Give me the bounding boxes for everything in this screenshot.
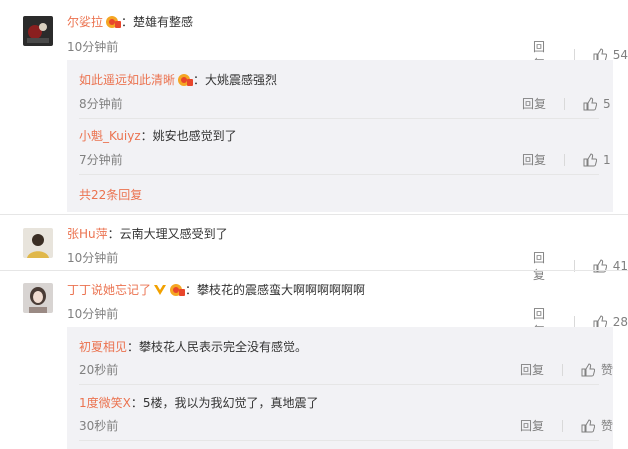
username-link[interactable]: 1度微笑X: [79, 394, 131, 411]
vip-badge-icon: [105, 15, 122, 29]
divider: [79, 384, 599, 385]
reply-time: 30秒前: [79, 419, 119, 433]
reply-button[interactable]: 回复: [520, 361, 544, 378]
reply-line: 如此遥远如此清晰 ：大姚震感强烈: [79, 71, 277, 88]
comment-line: 尔娑拉 ：楚雄有整感: [67, 13, 193, 30]
reply-button[interactable]: 回复: [522, 95, 546, 112]
reply-button[interactable]: 回复: [520, 417, 544, 434]
comment-actions: 回复 41: [533, 249, 628, 283]
divider: [79, 174, 599, 175]
like-count: 28: [612, 315, 628, 329]
username-link[interactable]: 张Hu萍: [67, 225, 108, 242]
divider: [562, 419, 564, 432]
comment-time: 10分钟前: [67, 307, 119, 321]
comment-text: ：楚雄有整感: [121, 15, 194, 29]
like-icon[interactable]: [581, 362, 596, 377]
comment-time: 10分钟前: [67, 251, 119, 265]
reply-line: 初夏相见 ：攀枝花人民表示完全没有感觉。: [79, 338, 307, 355]
divider: [562, 363, 564, 376]
like-icon[interactable]: [583, 96, 598, 111]
username-link[interactable]: 如此遥远如此清晰: [79, 71, 175, 88]
reply-text: ：大姚震感强烈: [193, 73, 278, 87]
like-icon[interactable]: [583, 152, 598, 167]
comment-line: 丁丁说她忘记了 ：攀枝花的震感蛮大啊啊啊啊啊啊: [67, 281, 365, 298]
divider: [0, 214, 628, 215]
divider: [564, 153, 566, 166]
username-link[interactable]: 丁丁说她忘记了: [67, 281, 151, 298]
username-link[interactable]: 初夏相见: [79, 338, 127, 355]
reply-time: 8分钟前: [79, 97, 123, 111]
like-count: 5: [603, 96, 611, 111]
reply-time: 20秒前: [79, 363, 119, 377]
username-link[interactable]: 尔娑拉: [67, 13, 103, 30]
comment-line: 张Hu萍 ：云南大理又感受到了: [67, 225, 228, 242]
reply-button[interactable]: 回复: [522, 151, 546, 168]
reply-line: 1度微笑X ：5楼，我以为我幻觉了，真地震了: [79, 394, 319, 411]
divider: [564, 97, 566, 110]
reply-actions: 回复 5: [522, 95, 611, 112]
reply-line: 小魁_Kuiyz ：姚安也感觉到了: [79, 127, 237, 144]
like-label[interactable]: 赞: [601, 417, 613, 434]
reply-text: ：5楼，我以为我幻觉了，真地震了: [130, 396, 319, 410]
divider: [79, 118, 599, 119]
divider: [79, 440, 599, 441]
reply-actions: 回复 1: [522, 151, 611, 168]
avatar[interactable]: [23, 228, 53, 258]
avatar[interactable]: [23, 283, 53, 313]
avatar[interactable]: [23, 16, 53, 46]
comment-text: ：云南大理又感受到了: [107, 227, 228, 241]
vip-badge-icon: [169, 283, 186, 297]
comment-time: 10分钟前: [67, 40, 119, 54]
more-replies-link[interactable]: 共22条回复: [79, 186, 142, 203]
vip-badge-icon: [177, 73, 194, 87]
comment-text: ：攀枝花的震感蛮大啊啊啊啊啊啊: [185, 283, 366, 297]
like-label[interactable]: 赞: [601, 361, 613, 378]
like-count: 54: [612, 48, 628, 62]
reply-text: ：攀枝花人民表示完全没有感觉。: [127, 340, 308, 354]
reply-actions: 回复 赞: [520, 361, 613, 378]
reply-button[interactable]: 回复: [533, 249, 556, 283]
like-count: 1: [603, 152, 611, 167]
reply-time: 7分钟前: [79, 153, 123, 167]
divider: [0, 270, 628, 271]
username-link[interactable]: 小魁_Kuiyz: [79, 127, 141, 144]
like-icon[interactable]: [581, 418, 596, 433]
verified-icon: [153, 283, 167, 297]
reply-text: ：姚安也感觉到了: [140, 129, 237, 143]
reply-actions: 回复 赞: [520, 417, 613, 434]
